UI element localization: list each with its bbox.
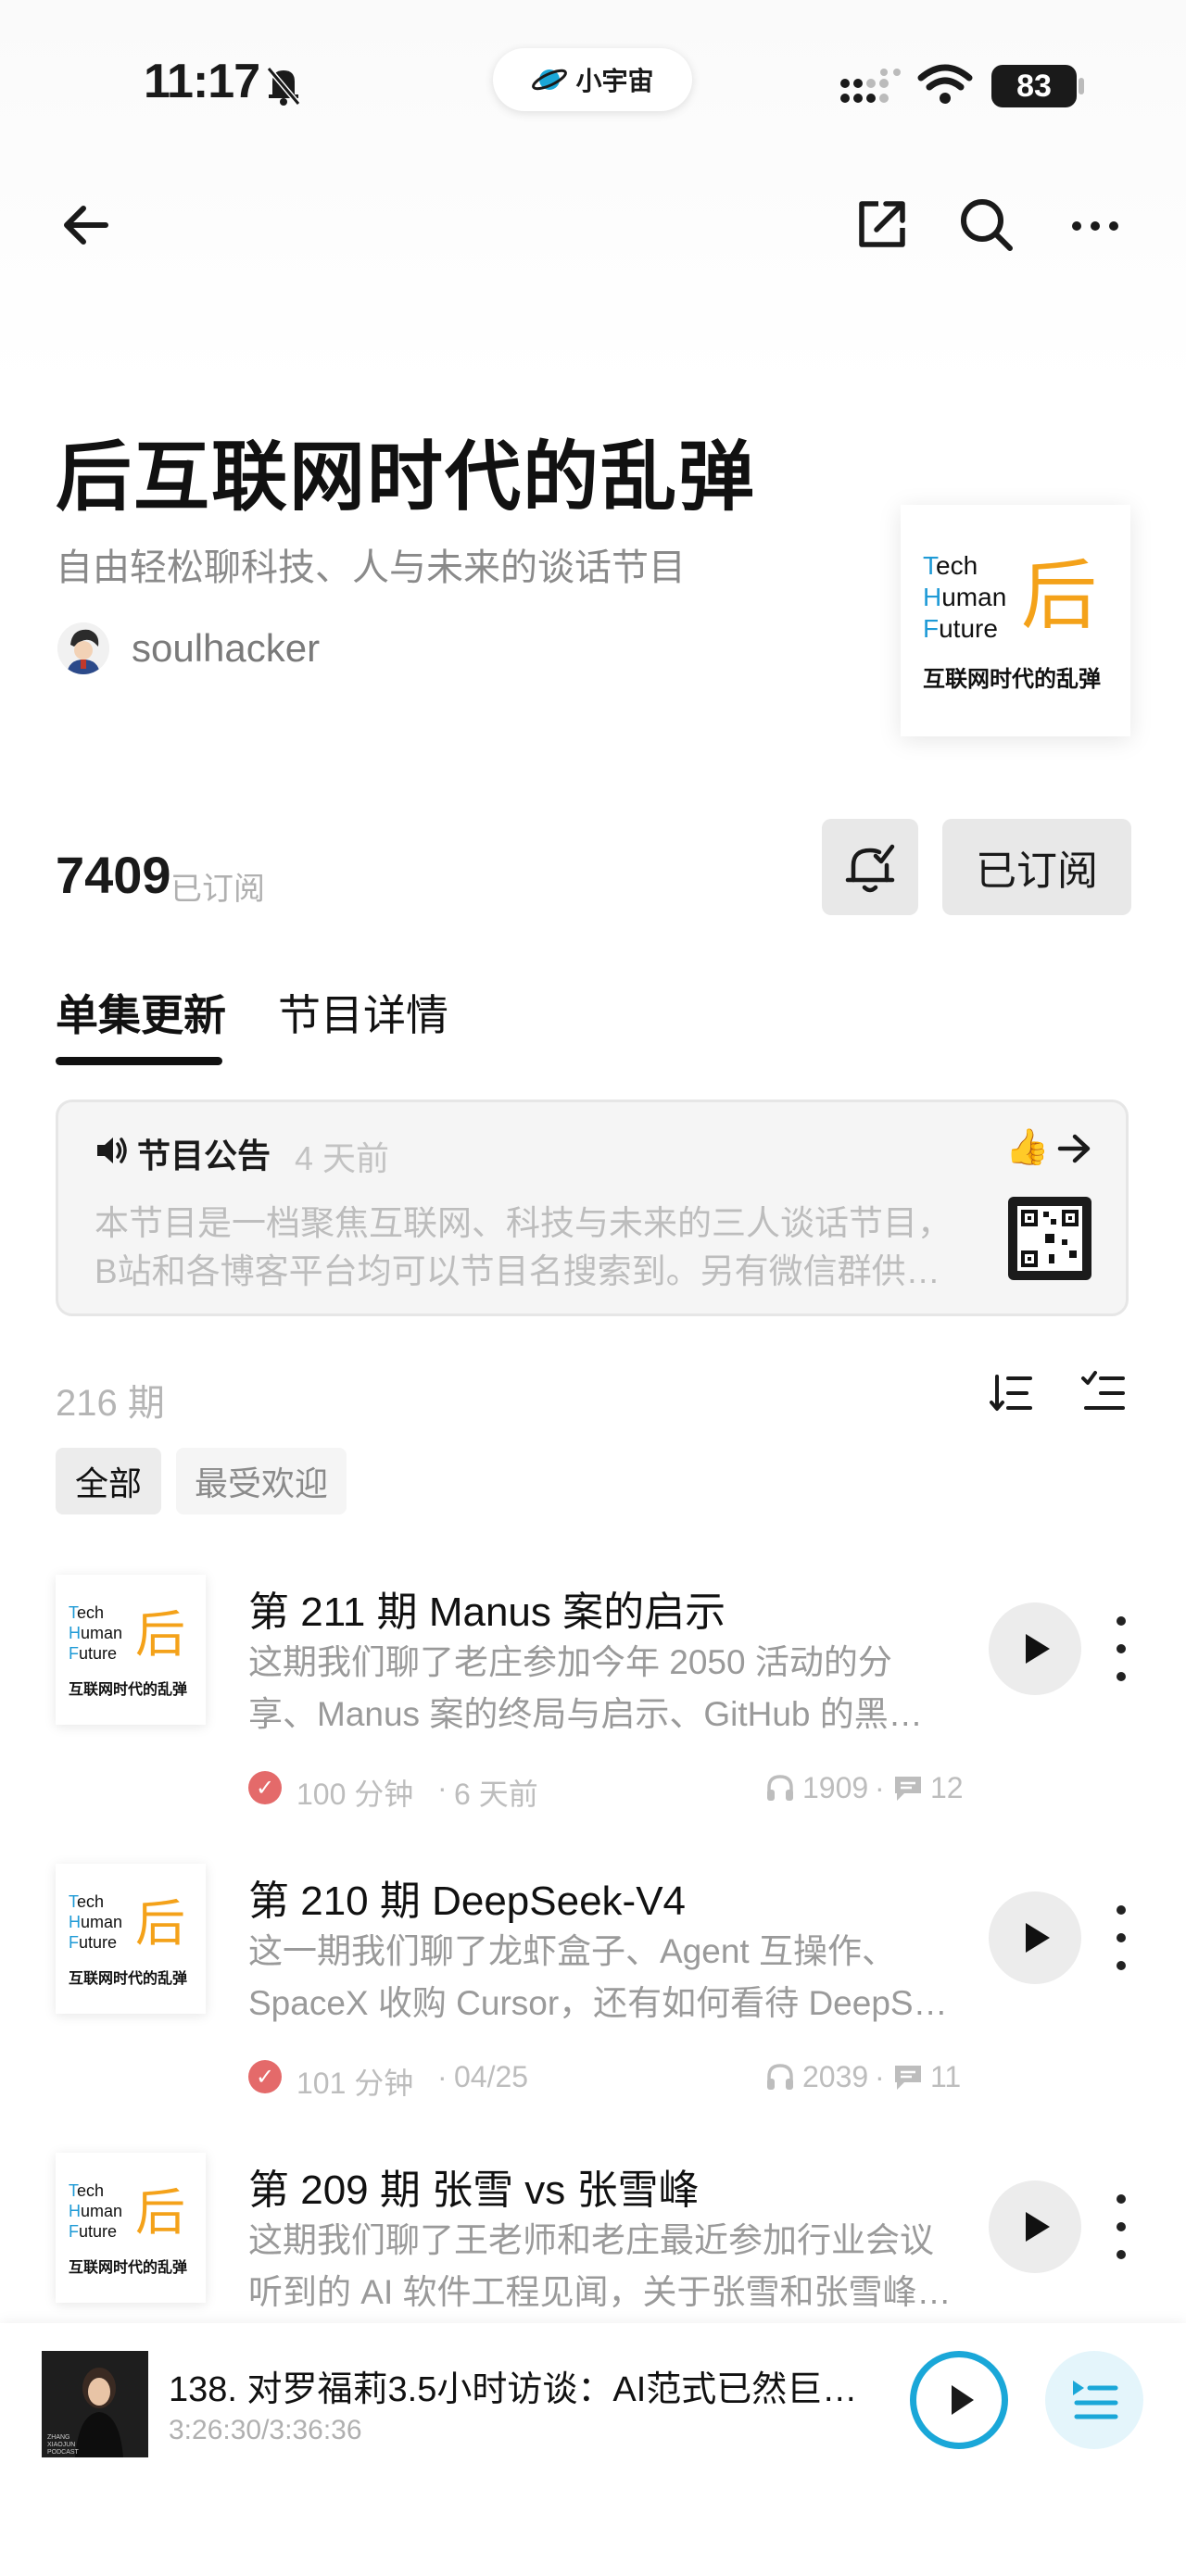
multi-select-icon[interactable] xyxy=(1080,1369,1127,1415)
signal-icon xyxy=(840,69,901,103)
episode-cover[interactable]: Tech Human Future 后 互联网时代的乱弹 xyxy=(56,1575,206,1725)
battery-tip xyxy=(1079,78,1084,94)
episode-comments: 12 xyxy=(930,1771,964,1804)
avatar-icon xyxy=(57,622,109,674)
announcement-line-2: B站和各博客平台均可以节目名搜索到。另有微信群供… xyxy=(95,1252,940,1290)
mini-play-button[interactable] xyxy=(910,2351,1008,2449)
episode-desc-line-2: 听到的 AI 软件工程见闻，关于张雪和张雪峰… xyxy=(248,2273,952,2311)
battery-level: 83 xyxy=(1016,68,1052,104)
episode-comments: 11 xyxy=(930,2060,962,2093)
played-check-icon: ✓ xyxy=(248,1771,282,1804)
episode-plays: 2039 xyxy=(802,2060,869,2093)
episode-more-button[interactable] xyxy=(1112,2194,1130,2259)
episode-desc-line-2: SpaceX 收购 Cursor，还有如何看待 DeepS… xyxy=(248,1984,948,2022)
episode-desc-line-1: 这期我们聊了老庄参加今年 2050 活动的分 xyxy=(248,1643,892,1681)
subscribed-button[interactable]: 已订阅 xyxy=(942,819,1131,915)
episode-desc-line-1: 这一期我们聊了龙虾盒子、Agent 互操作、 xyxy=(248,1932,896,1970)
status-time: 11:17 xyxy=(144,55,260,108)
episode-date: 04/25 xyxy=(454,2060,529,2093)
sort-icon[interactable] xyxy=(990,1371,1034,1415)
battery-indicator: 83 xyxy=(991,65,1077,107)
filter-popular[interactable]: 最受欢迎 xyxy=(176,1448,347,1514)
meta-dot: · xyxy=(875,2060,885,2093)
mini-player-cover[interactable]: ZHANG XIAOJUN PODCAST xyxy=(42,2351,148,2457)
qr-code-image xyxy=(1008,1197,1091,1280)
episode-duration: 101 分钟 xyxy=(296,2067,414,2100)
episode-title[interactable]: 第 211 期 Manus 案的启示 xyxy=(248,1578,725,1638)
episode-cover[interactable]: Tech Human Future 后 互联网时代的乱弹 xyxy=(56,1864,206,2014)
play-icon xyxy=(1026,2212,1050,2242)
subscriber-label: 已订阅 xyxy=(170,872,265,907)
speaker-icon xyxy=(97,1137,127,1163)
episode-duration: 100 分钟 xyxy=(296,1778,414,1811)
episode-plays: 1909 xyxy=(802,1771,869,1804)
podcast-cover: Tech Human Future 后 互联网时代的乱弹 xyxy=(901,505,1130,736)
announcement-title: 节目公告 xyxy=(137,1137,271,1175)
now-playing-time: 3:26:30/3:36:36 xyxy=(169,2415,362,2445)
played-check-icon: ✓ xyxy=(248,2060,282,2093)
notification-button[interactable] xyxy=(822,819,918,915)
subscriber-count: 7409 xyxy=(56,846,171,904)
bell-check-icon xyxy=(845,844,895,893)
episode-desc-line-1: 这期我们聊了王老师和老庄最近参加行业会议 xyxy=(248,2221,934,2259)
host-name[interactable]: soulhacker xyxy=(132,626,320,671)
announcement-time: 4 天前 xyxy=(295,1139,390,1177)
share-icon[interactable] xyxy=(854,196,910,252)
planet-icon xyxy=(532,69,568,91)
episode-play-button[interactable] xyxy=(989,1891,1081,1984)
thumbs-up-icon: 👍 xyxy=(1005,1128,1050,1167)
host-avatar[interactable] xyxy=(57,622,109,674)
episode-title[interactable]: 第 210 期 DeepSeek-V4 xyxy=(248,1867,686,1927)
tab-details[interactable]: 节目详情 xyxy=(278,982,448,1043)
episode-title[interactable]: 第 209 期 张雪 vs 张雪峰 xyxy=(248,2156,700,2216)
episode-play-button[interactable] xyxy=(989,2180,1081,2273)
tab-episodes[interactable]: 单集更新 xyxy=(56,982,226,1043)
episode-more-button[interactable] xyxy=(1112,1905,1130,1970)
comment-icon xyxy=(895,1777,921,1801)
headphones-icon xyxy=(767,1775,793,1801)
wifi-icon xyxy=(917,64,973,104)
episode-count: 216 期 xyxy=(56,1383,165,1424)
active-tab-indicator xyxy=(56,1057,222,1065)
podcast-title: 后互联网时代的乱弹 xyxy=(56,435,757,520)
comment-icon xyxy=(895,2066,921,2090)
app-indicator-pill[interactable]: 小宇宙 xyxy=(493,48,692,111)
more-horizontal-icon[interactable] xyxy=(1069,215,1121,237)
playlist-icon xyxy=(1073,2381,1118,2419)
headphones-icon xyxy=(767,2064,793,2090)
meta-dot: · xyxy=(875,1771,885,1804)
filter-all[interactable]: 全部 xyxy=(56,1448,161,1514)
back-arrow-icon[interactable] xyxy=(59,202,111,248)
search-icon[interactable] xyxy=(958,196,1016,254)
play-icon xyxy=(1026,1923,1050,1953)
episode-play-button[interactable] xyxy=(989,1602,1081,1695)
meta-dot: · xyxy=(437,2060,448,2093)
now-playing-title[interactable]: 138. 对罗福莉3.5小时访谈：AI范式已然巨变… xyxy=(169,2360,882,2411)
episode-desc-line-2: 享、Manus 案的终局与启示、GitHub 的黑… xyxy=(248,1695,923,1733)
arrow-right-icon[interactable] xyxy=(1056,1132,1093,1165)
episode-cover[interactable]: Tech Human Future 后 互联网时代的乱弹 xyxy=(56,2153,206,2303)
podcast-subtitle: 自由轻松聊科技、人与未来的谈话节目 xyxy=(56,547,686,588)
meta-dot: · xyxy=(437,1771,448,1804)
playlist-button[interactable] xyxy=(1045,2351,1143,2449)
announcement-line-1: 本节目是一档聚焦互联网、科技与未来的三人谈话节目， xyxy=(95,1204,952,1242)
play-icon xyxy=(952,2385,974,2415)
app-name: 小宇宙 xyxy=(575,67,654,95)
episode-date: 6 天前 xyxy=(454,1778,538,1811)
mute-bell-icon xyxy=(266,67,301,106)
mini-cover-text: ZHANG XIAOJUN PODCAST xyxy=(47,2434,79,2456)
play-icon xyxy=(1026,1634,1050,1664)
episode-more-button[interactable] xyxy=(1112,1616,1130,1681)
